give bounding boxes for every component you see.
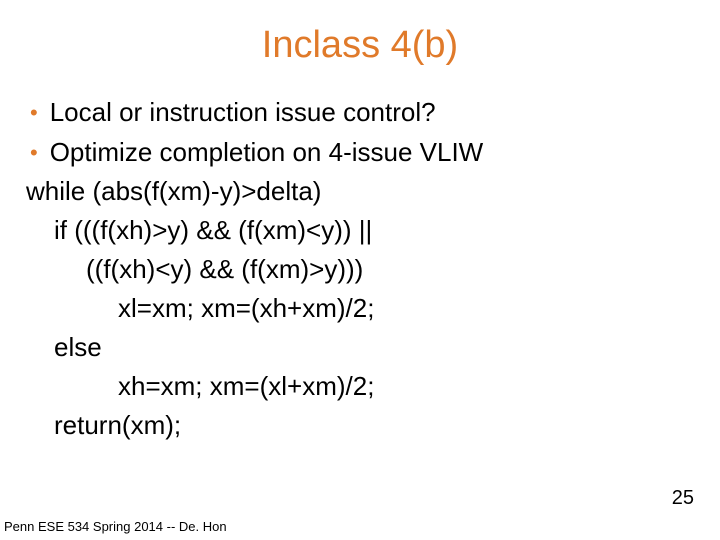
slide-body: • Local or instruction issue control? • … (26, 93, 694, 445)
bullet-text: Optimize completion on 4-issue VLIW (50, 133, 694, 172)
code-line: while (abs(f(xm)-y)>delta) (26, 172, 694, 211)
code-line: return(xm); (26, 406, 694, 445)
bullet-dot-icon: • (30, 93, 38, 133)
code-line: else (26, 328, 694, 367)
code-line: if (((f(xh)>y) && (f(xm)<y)) || (26, 211, 694, 250)
code-line: xh=xm; xm=(xl+xm)/2; (26, 367, 694, 406)
bullet-item: • Local or instruction issue control? (26, 93, 694, 133)
page-number: 25 (672, 487, 694, 510)
footer-text: Penn ESE 534 Spring 2014 -- De. Hon (4, 519, 227, 534)
code-line: xl=xm; xm=(xh+xm)/2; (26, 289, 694, 328)
slide-title: Inclass 4(b) (26, 24, 694, 67)
bullet-text: Local or instruction issue control? (50, 93, 694, 132)
bullet-item: • Optimize completion on 4-issue VLIW (26, 133, 694, 173)
bullet-dot-icon: • (30, 133, 38, 173)
code-line: ((f(xh)<y) && (f(xm)>y))) (26, 250, 694, 289)
